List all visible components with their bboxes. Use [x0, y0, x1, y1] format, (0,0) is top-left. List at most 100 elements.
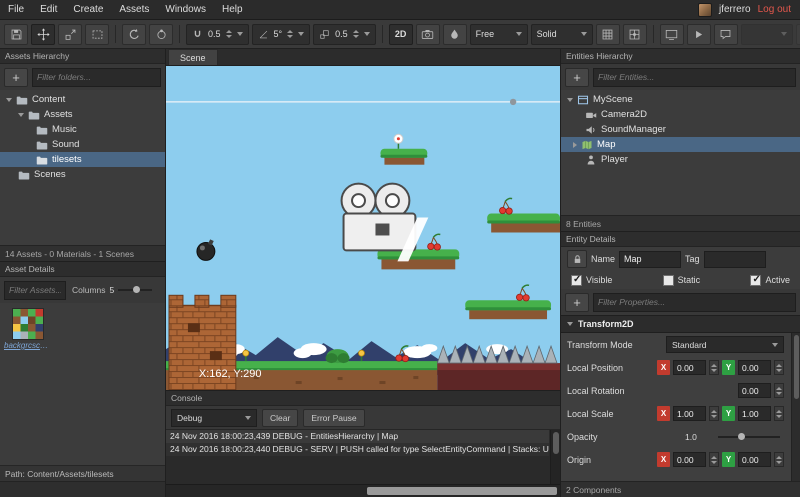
asset-item-tileset[interactable]: backgrcsceneTil [4, 308, 52, 460]
render-mode-dropdown[interactable]: Solid [530, 23, 593, 45]
active-checkbox-group[interactable]: Active [750, 274, 790, 286]
play-button[interactable] [686, 23, 711, 45]
console-vertical-scrollbar[interactable] [550, 430, 560, 484]
snap-rotation-dropdown[interactable]: 5° [251, 23, 311, 45]
menu-help[interactable]: Help [214, 0, 251, 20]
add-entity-button[interactable]: + [565, 67, 589, 87]
log-line[interactable]: 24 Nov 2016 18:00:23,440 DEBUG - SERV | … [166, 443, 549, 456]
origin-x-input[interactable]: 0.00 [673, 452, 706, 467]
origin-y-input[interactable]: 0.00 [738, 452, 771, 467]
camera-mode-dropdown[interactable]: Free [469, 23, 528, 45]
grid-toggle-button[interactable] [595, 23, 620, 45]
slider-knob[interactable] [132, 286, 140, 293]
folder-filter-input[interactable] [32, 67, 161, 87]
scale-y-input[interactable]: 1.00 [738, 406, 771, 421]
tree-item-sound[interactable]: Sound [0, 137, 165, 152]
active-checkbox[interactable] [750, 274, 762, 286]
scale-x-stepper[interactable] [709, 406, 719, 421]
property-filter-input[interactable] [593, 292, 796, 312]
origin-x-stepper[interactable] [709, 452, 719, 467]
tree-item-tilesets[interactable]: tilesets [0, 152, 165, 167]
scene-canvas[interactable]: X:162, Y:290 [166, 66, 560, 390]
tree-item-scenes[interactable]: Scenes [0, 167, 165, 182]
properties-vertical-scrollbar[interactable] [791, 333, 800, 481]
scrollbar-thumb[interactable] [553, 432, 559, 454]
columns-slider[interactable] [118, 286, 153, 293]
origin-y-stepper[interactable] [774, 452, 784, 467]
position-x-stepper[interactable] [709, 360, 719, 375]
screenshot-button[interactable] [415, 23, 440, 45]
snap-position-dropdown[interactable]: 0.5 [186, 23, 249, 45]
tree-item-content[interactable]: Content [0, 92, 165, 107]
caret-collapsed-icon[interactable] [573, 141, 577, 148]
snap-scale-stepper[interactable] [352, 30, 359, 38]
entity-name-input[interactable] [619, 250, 682, 268]
platform-under-camera[interactable] [377, 249, 460, 270]
menu-assets[interactable]: Assets [111, 0, 157, 20]
position-x-input[interactable]: 0.00 [673, 360, 706, 375]
snap-position-stepper[interactable] [225, 30, 232, 38]
tree-item-camera2d[interactable]: Camera2D [561, 107, 800, 122]
caret-expanded-icon[interactable] [6, 97, 12, 102]
menu-file[interactable]: File [0, 0, 32, 20]
console-log-list[interactable]: 24 Nov 2016 18:00:23,439 DEBUG - Entitie… [166, 430, 560, 484]
tree-item-player[interactable]: Player [561, 152, 800, 167]
caret-expanded-icon[interactable] [567, 97, 573, 102]
position-y-stepper[interactable] [774, 360, 784, 375]
add-component-button[interactable]: + [565, 292, 589, 312]
orbit-tool-button[interactable] [149, 23, 173, 45]
menu-create[interactable]: Create [65, 0, 111, 20]
entity-filter-input[interactable] [593, 67, 796, 87]
tileset-thumbnail[interactable] [12, 308, 44, 340]
rotate-tool-button[interactable] [122, 23, 146, 45]
tree-item-soundmanager[interactable]: SoundManager [561, 122, 800, 137]
platform-right-mid[interactable] [465, 300, 552, 320]
lock-button[interactable] [567, 250, 587, 268]
preview-button[interactable] [659, 23, 684, 45]
tab-scene[interactable]: Scene [168, 49, 218, 65]
visible-checkbox-group[interactable]: Visible [571, 274, 612, 286]
clear-button[interactable]: Clear [262, 408, 299, 427]
menu-edit[interactable]: Edit [32, 0, 65, 20]
transform2d-section-header[interactable]: Transform2D [561, 315, 800, 333]
slider-knob[interactable] [737, 432, 745, 440]
horizontal-scrollbar[interactable] [166, 484, 560, 497]
platform-upper-right[interactable] [487, 213, 560, 233]
asset-name-label[interactable]: backgrcsceneTil [4, 341, 52, 350]
scale-x-input[interactable]: 1.00 [673, 406, 706, 421]
tree-item-map[interactable]: Map [561, 137, 800, 152]
tree-item-assets[interactable]: Assets [0, 107, 165, 122]
menu-windows[interactable]: Windows [157, 0, 214, 20]
log-level-dropdown[interactable]: Debug [171, 408, 257, 427]
error-pause-button[interactable]: Error Pause [303, 408, 365, 427]
grid-snap-button[interactable] [622, 23, 647, 45]
save-button[interactable] [4, 23, 28, 45]
rotation-stepper[interactable] [774, 383, 784, 398]
snap-scale-dropdown[interactable]: 0.5 [313, 23, 376, 45]
feedback-button[interactable] [713, 23, 738, 45]
asset-filter-input[interactable] [4, 280, 66, 300]
tree-item-music[interactable]: Music [0, 122, 165, 137]
rect-select-tool-button[interactable] [85, 23, 109, 45]
platform-upper-left[interactable] [380, 148, 428, 165]
transform-mode-dropdown[interactable]: Standard [666, 336, 784, 353]
scrollbar-thumb[interactable] [366, 487, 557, 495]
scale-tool-button[interactable] [58, 23, 82, 45]
static-checkbox[interactable] [662, 274, 674, 286]
entity-tag-input[interactable] [703, 250, 766, 268]
position-y-input[interactable]: 0.00 [738, 360, 771, 375]
add-folder-button[interactable]: + [4, 67, 28, 87]
paint-button[interactable] [442, 23, 467, 45]
move-tool-button[interactable] [31, 23, 55, 45]
guide-handle[interactable] [509, 98, 517, 106]
mode-2d-toggle[interactable]: 2D [388, 23, 413, 45]
scene-viewport[interactable]: X:162, Y:290 [166, 66, 560, 391]
scrollbar-thumb[interactable] [793, 335, 799, 399]
static-checkbox-group[interactable]: Static [662, 274, 700, 286]
logout-button[interactable]: Log out [758, 4, 791, 15]
opacity-slider[interactable] [718, 432, 780, 440]
visible-checkbox[interactable] [571, 274, 582, 286]
tree-item-myscene[interactable]: MyScene [561, 92, 800, 107]
log-line[interactable]: 24 Nov 2016 18:00:23,439 DEBUG - Entitie… [166, 430, 549, 443]
snap-rotation-stepper[interactable] [287, 30, 294, 38]
